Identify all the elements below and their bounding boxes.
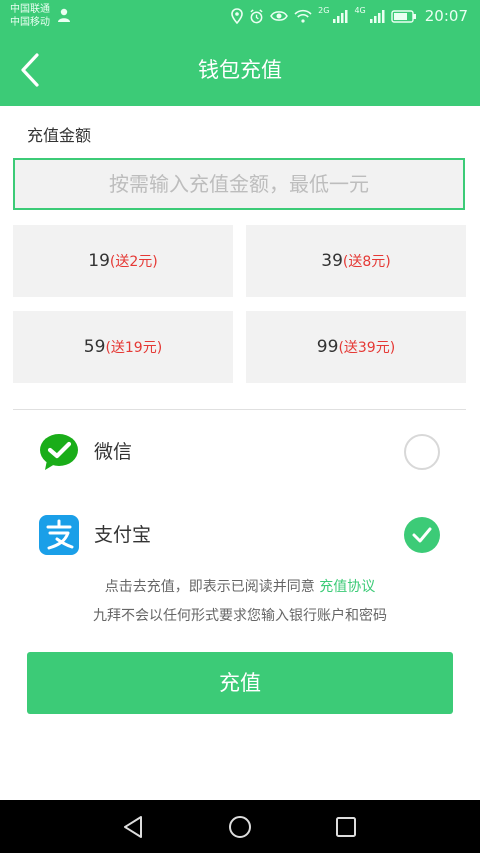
option-bonus: (送8元) (342, 254, 391, 270)
payment-option-wechat[interactable]: 微信 (0, 422, 480, 482)
option-bonus: (送19元) (105, 340, 163, 356)
system-nav-bar (0, 800, 480, 853)
network-type-1: 2G (318, 5, 330, 15)
radio-selected[interactable] (404, 517, 440, 553)
security-notice: 九拜不会以任何形式要求您输入银行账户和密码 (93, 608, 387, 624)
option-price: 59 (83, 337, 106, 357)
square-recents-icon (336, 816, 356, 837)
agreement-notice-text: 点击去充值，即表示已阅读并同意 (104, 579, 315, 595)
system-home-button[interactable] (210, 800, 270, 853)
nav-bar: 钱包充值 (0, 34, 480, 106)
carrier-name-2: 中国移动 (10, 17, 50, 28)
option-bonus: (送2元) (109, 254, 158, 270)
radio-unselected[interactable] (404, 434, 440, 470)
amount-section-label: 充值金额 (27, 126, 92, 145)
option-price: 39 (321, 251, 343, 271)
eye-icon (270, 11, 289, 21)
carrier-info: 中国联通 中国移动 (10, 3, 50, 29)
location-icon (231, 8, 243, 24)
amount-input[interactable] (13, 158, 465, 210)
alarm-icon (250, 8, 263, 23)
agreement-link[interactable]: 充值协议 (319, 579, 375, 595)
wifi-icon (294, 9, 312, 23)
status-bar: 中国联通 中国移动 2G 4G 20:07 (0, 0, 480, 34)
page-title: 钱包充值 (198, 58, 282, 82)
system-back-button[interactable] (103, 800, 163, 853)
agreement-notice: 点击去充值，即表示已阅读并同意 充值协议 (0, 576, 480, 596)
section-divider (13, 409, 466, 410)
check-icon (412, 527, 432, 543)
payment-option-alipay[interactable]: 支付宝 (0, 505, 480, 565)
triangle-back-icon (124, 815, 142, 838)
amount-option-19[interactable]: 19 (送2元) (13, 225, 233, 297)
person-icon (58, 8, 70, 22)
system-recents-button[interactable] (316, 800, 376, 853)
carrier-name-1: 中国联通 (10, 4, 50, 15)
alipay-icon (39, 515, 79, 555)
circle-home-icon (229, 815, 251, 838)
recharge-button[interactable]: 充值 (27, 652, 453, 714)
network-type-2: 4G (354, 5, 366, 15)
option-price: 19 (88, 251, 110, 271)
payment-label-wechat: 微信 (94, 441, 133, 463)
option-price: 99 (316, 337, 339, 357)
option-bonus: (送39元) (338, 340, 396, 356)
amount-option-99[interactable]: 99 (送39元) (246, 311, 466, 383)
amount-option-39[interactable]: 39 (送8元) (246, 225, 466, 297)
amount-option-59[interactable]: 59 (送19元) (13, 311, 233, 383)
signal-icon (369, 10, 385, 23)
battery-icon (391, 9, 416, 23)
clock: 20:07 (424, 7, 468, 25)
signal-icon (333, 10, 348, 23)
wechat-icon (40, 434, 78, 470)
payment-label-alipay: 支付宝 (94, 524, 152, 546)
